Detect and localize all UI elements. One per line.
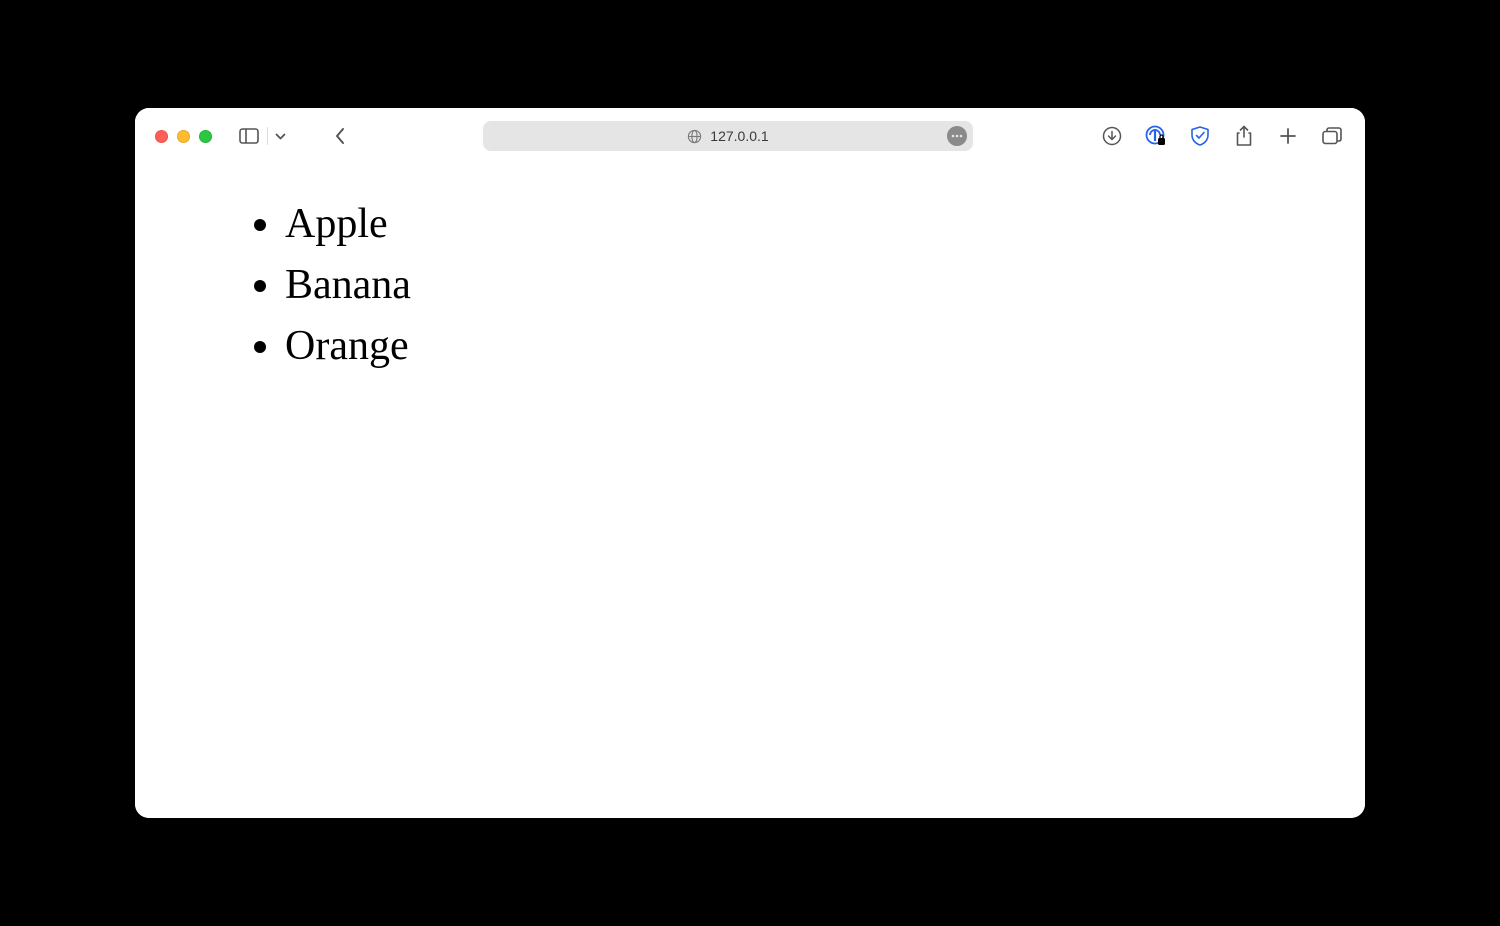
extension-1-button[interactable] [1143,121,1169,151]
safari-window: 127.0.0.1 [135,108,1365,818]
window-controls [155,130,212,143]
address-text: 127.0.0.1 [710,128,768,144]
sidebar-icon [239,128,259,144]
sidebar-toggle-group [234,121,289,151]
fruit-list: Apple Banana Orange [195,194,1305,377]
download-icon [1102,126,1122,146]
downloads-button[interactable] [1099,121,1125,151]
tab-overview-button[interactable] [1319,121,1345,151]
page-settings-button[interactable] [947,126,967,146]
minimize-window-button[interactable] [177,130,190,143]
share-button[interactable] [1231,121,1257,151]
list-item: Banana [285,255,1305,316]
maximize-window-button[interactable] [199,130,212,143]
ellipsis-icon [951,134,963,138]
chevron-down-icon [275,133,286,140]
page-content: Apple Banana Orange [135,164,1365,818]
globe-icon [687,129,702,144]
privacy-extension-icon [1145,125,1167,147]
list-item: Apple [285,194,1305,255]
chevron-left-icon [334,127,346,145]
toolbar-right-group [1099,121,1345,151]
address-bar[interactable]: 127.0.0.1 [483,121,973,151]
back-button[interactable] [325,121,355,151]
tab-overview-icon [1322,127,1342,145]
list-item: Orange [285,316,1305,377]
plus-icon [1279,127,1297,145]
toolbar-divider [267,127,268,145]
tab-group-dropdown[interactable] [271,121,289,151]
close-window-button[interactable] [155,130,168,143]
extension-2-button[interactable] [1187,121,1213,151]
share-icon [1235,125,1253,147]
new-tab-button[interactable] [1275,121,1301,151]
browser-toolbar: 127.0.0.1 [135,108,1365,164]
sidebar-toggle-button[interactable] [234,121,264,151]
shield-check-icon [1190,125,1210,147]
